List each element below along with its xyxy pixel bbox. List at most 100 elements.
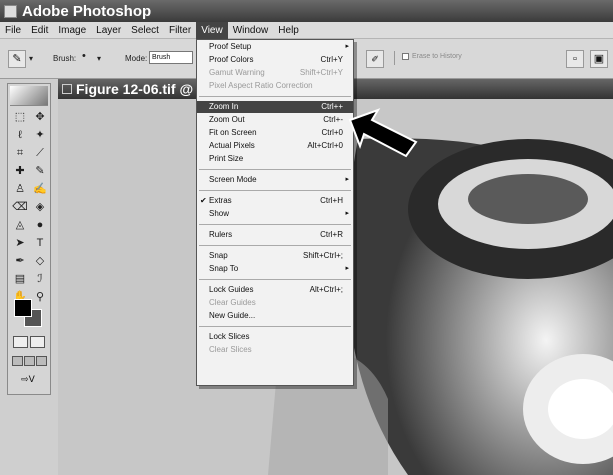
menu-window[interactable]: Window: [228, 22, 274, 39]
tool-dropdown-arrow-icon[interactable]: ▾: [29, 54, 33, 63]
move-tool-icon[interactable]: ✥: [30, 110, 50, 125]
paint-bucket-icon[interactable]: ◈: [30, 200, 50, 215]
menu-item-zoom-in[interactable]: Zoom In Ctrl++: [197, 101, 353, 113]
menu-filter[interactable]: Filter: [164, 22, 196, 39]
zoom-tool-icon[interactable]: ⚲: [30, 290, 50, 305]
brush-size-icon[interactable]: •: [82, 50, 86, 62]
menu-item-shortcut: Ctrl+0: [321, 128, 343, 137]
jump-to-imageready-icon[interactable]: ⇨Ⅴ: [13, 374, 43, 388]
mode-select[interactable]: Brush: [149, 51, 193, 64]
menu-item-label: Actual Pixels: [209, 141, 255, 150]
type-tool-icon[interactable]: T: [30, 236, 50, 251]
menu-item-shortcut: Alt+Ctrl+0: [307, 141, 343, 150]
menu-item-shortcut: Alt+Ctrl+;: [309, 285, 343, 294]
submenu-arrow-icon: ▸: [345, 43, 349, 50]
airbrush-icon[interactable]: ✐: [366, 50, 384, 68]
menu-item-lock-guides[interactable]: Lock Guides Alt+Ctrl+;: [197, 284, 353, 296]
menu-image[interactable]: Image: [53, 22, 91, 39]
menu-item-show[interactable]: Show ▸: [197, 208, 353, 220]
menu-item-snap-to[interactable]: Snap To ▸: [197, 263, 353, 275]
menu-item-rulers[interactable]: Rulers Ctrl+R: [197, 229, 353, 241]
menu-item-lock-slices[interactable]: Lock Slices: [197, 331, 353, 343]
menu-item-label: Zoom In: [209, 102, 239, 111]
photoshop-app-icon: [4, 4, 17, 18]
full-screen-menu-button[interactable]: [24, 356, 35, 366]
menu-item-label: Snap To: [209, 264, 239, 273]
menu-item-label: Lock Guides: [209, 285, 254, 294]
magic-wand-tool-icon[interactable]: ✦: [30, 128, 50, 143]
menu-item-label: New Guide...: [209, 311, 256, 320]
menu-item-label: Clear Slices: [209, 345, 252, 354]
menu-item-shortcut: Ctrl+R: [320, 230, 343, 239]
menu-item-shortcut: Ctrl+-: [323, 115, 343, 124]
callout-arrow-icon: [348, 108, 418, 158]
menu-item-label: Pixel Aspect Ratio Correction: [209, 81, 313, 90]
menu-help[interactable]: Help: [273, 22, 304, 39]
menu-view[interactable]: View: [196, 21, 228, 39]
menu-item-label: Gamut Warning: [209, 68, 265, 77]
crop-tool-icon[interactable]: ⌗: [10, 146, 30, 161]
menu-item-shortcut: Ctrl+H: [320, 196, 343, 205]
options-divider: [394, 51, 395, 65]
eraser-tool-icon[interactable]: ✎: [8, 50, 26, 68]
print-icon[interactable]: ▣: [590, 50, 608, 68]
menu-item-fit-on-screen[interactable]: Fit on Screen Ctrl+0: [197, 127, 353, 139]
menu-item-zoom-out[interactable]: Zoom Out Ctrl+-: [197, 114, 353, 126]
menu-item-label: Extras: [209, 196, 232, 205]
menu-item-print-size[interactable]: Print Size: [197, 153, 353, 165]
menu-item-label: Fit on Screen: [209, 128, 257, 137]
menu-select[interactable]: Select: [126, 22, 164, 39]
brush-picker-arrow-icon[interactable]: ▾: [97, 54, 101, 63]
menu-item-label: Zoom Out: [209, 115, 245, 124]
menu-item-clear-guides: Clear Guides: [197, 297, 353, 309]
menu-separator: [199, 279, 351, 280]
menu-item-actual-pixels[interactable]: Actual Pixels Alt+Ctrl+0: [197, 140, 353, 152]
toolbox-panel: ⬚ ✥ ℓ ✦ ⌗ ⟋ ✚ ✎ ♙ ✍ ⌫ ◈ ◬ ● ➤ T ✒ ◇ ▤ ℐ …: [7, 83, 51, 395]
slice-tool-icon[interactable]: ⟋: [30, 146, 50, 161]
menu-item-new-guide[interactable]: New Guide...: [197, 310, 353, 322]
submenu-arrow-icon: ▸: [345, 176, 349, 183]
menu-item-proof-colors[interactable]: Proof Colors Ctrl+Y: [197, 54, 353, 66]
menu-item-shortcut: Shift+Ctrl+Y: [299, 68, 343, 77]
lasso-tool-icon[interactable]: ℓ: [10, 128, 30, 143]
pen-tool-icon[interactable]: ✒: [10, 254, 30, 269]
standard-screen-button[interactable]: [12, 356, 23, 366]
menu-item-snap[interactable]: Snap Shift+Ctrl+;: [197, 250, 353, 262]
eyedropper-icon[interactable]: ℐ: [30, 272, 50, 287]
path-select-icon[interactable]: ➤: [10, 236, 30, 251]
blur-tool-icon[interactable]: ◬: [10, 218, 30, 233]
menu-layer[interactable]: Layer: [91, 22, 126, 39]
menu-item-extras[interactable]: ✔ Extras Ctrl+H: [197, 195, 353, 207]
eraser-icon[interactable]: ⌫: [10, 200, 30, 215]
menu-item-label: Screen Mode: [209, 175, 257, 184]
dodge-tool-icon[interactable]: ●: [30, 218, 50, 233]
menu-file[interactable]: File: [0, 22, 26, 39]
menu-item-screen-mode[interactable]: Screen Mode ▸: [197, 174, 353, 186]
menu-item-shortcut: Shift+Ctrl+;: [302, 251, 343, 260]
full-screen-button[interactable]: [36, 356, 47, 366]
menu-item-pixel-aspect-ratio: Pixel Aspect Ratio Correction: [197, 80, 353, 92]
document-icon[interactable]: ▫: [566, 50, 584, 68]
notes-tool-icon[interactable]: ▤: [10, 272, 30, 287]
healing-brush-icon[interactable]: ✚: [10, 164, 30, 179]
checkmark-icon: ✔: [200, 196, 207, 205]
foreground-color-swatch[interactable]: [14, 299, 32, 317]
menu-separator: [199, 224, 351, 225]
brush-tool-icon[interactable]: ✎: [30, 164, 50, 179]
erase-to-history-label: Erase to History: [412, 53, 462, 60]
marquee-tool-icon[interactable]: ⬚: [10, 110, 30, 125]
history-brush-icon[interactable]: ✍: [30, 182, 50, 197]
standard-mode-button[interactable]: [13, 336, 28, 348]
tool-grid: ⬚ ✥ ℓ ✦ ⌗ ⟋ ✚ ✎ ♙ ✍ ⌫ ◈ ◬ ● ➤ T ✒ ◇ ▤ ℐ …: [10, 110, 50, 305]
menu-item-label: Lock Slices: [209, 332, 250, 341]
menu-separator: [199, 169, 351, 170]
menu-item-label: Snap: [209, 251, 228, 260]
menu-item-label: Proof Setup: [209, 42, 252, 51]
menu-edit[interactable]: Edit: [26, 22, 53, 39]
menu-item-proof-setup[interactable]: Proof Setup ▸: [197, 41, 353, 53]
clone-stamp-icon[interactable]: ♙: [10, 182, 30, 197]
quick-mask-button[interactable]: [30, 336, 45, 348]
erase-to-history-checkbox[interactable]: [402, 53, 409, 60]
shape-tool-icon[interactable]: ◇: [30, 254, 50, 269]
menu-item-label: Show: [209, 209, 230, 218]
